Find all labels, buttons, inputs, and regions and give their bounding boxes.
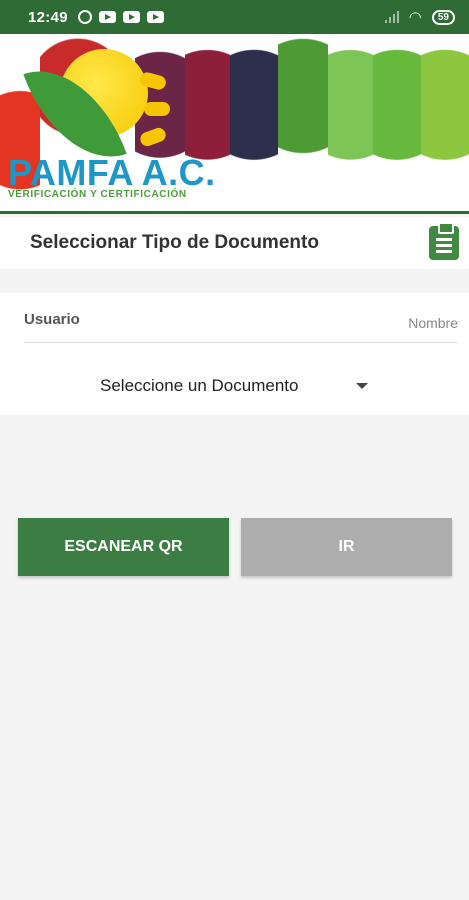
document-select-value: Seleccione un Documento (100, 376, 299, 395)
lettuce-image (373, 34, 421, 211)
company-logo: PAMFA A.C. VERIFICACIÓN Y CERTIFICACIÓN (0, 34, 215, 211)
youtube-icon (98, 11, 116, 23)
logo-rays-graphic (138, 70, 172, 164)
status-bar: 12:49 ◠ 59 (0, 0, 469, 34)
status-system-icons: ◠ 59 (384, 8, 455, 26)
youtube-icon (122, 11, 140, 23)
user-label: Usuario (24, 311, 80, 328)
youtube-icon (146, 11, 164, 23)
cucumber-image (328, 34, 373, 211)
page-title: Seleccionar Tipo de Documento (30, 232, 319, 253)
document-form: Usuario Seleccione un Documento (0, 293, 469, 415)
status-time: 12:49 (28, 8, 68, 26)
wifi-icon: ◠ (408, 8, 422, 26)
dropdown-caret-icon (356, 383, 368, 389)
logo-subtitle: VERIFICACIÓN Y CERTIFICACIÓN (8, 189, 187, 200)
user-field-row: Usuario (24, 293, 458, 343)
clipboard-icon[interactable] (429, 222, 459, 260)
plums-image (230, 34, 278, 211)
broccoli-image (278, 34, 328, 211)
go-button[interactable]: IR (241, 518, 452, 576)
user-input[interactable] (258, 315, 458, 331)
battery-icon: 59 (431, 9, 455, 25)
document-type-select[interactable]: Seleccione un Documento (100, 371, 370, 401)
logo-title: PAMFA A.C. (8, 152, 216, 193)
header-banner: PAMFA A.C. VERIFICACIÓN Y CERTIFICACIÓN (0, 34, 469, 214)
page-header: Seleccionar Tipo de Documento (0, 217, 469, 269)
alarm-icon (77, 10, 92, 24)
kiwi-image (421, 34, 469, 211)
status-notification-icons (77, 10, 164, 24)
scan-qr-button[interactable]: ESCANEAR QR (18, 518, 229, 576)
signal-icon (384, 11, 399, 23)
